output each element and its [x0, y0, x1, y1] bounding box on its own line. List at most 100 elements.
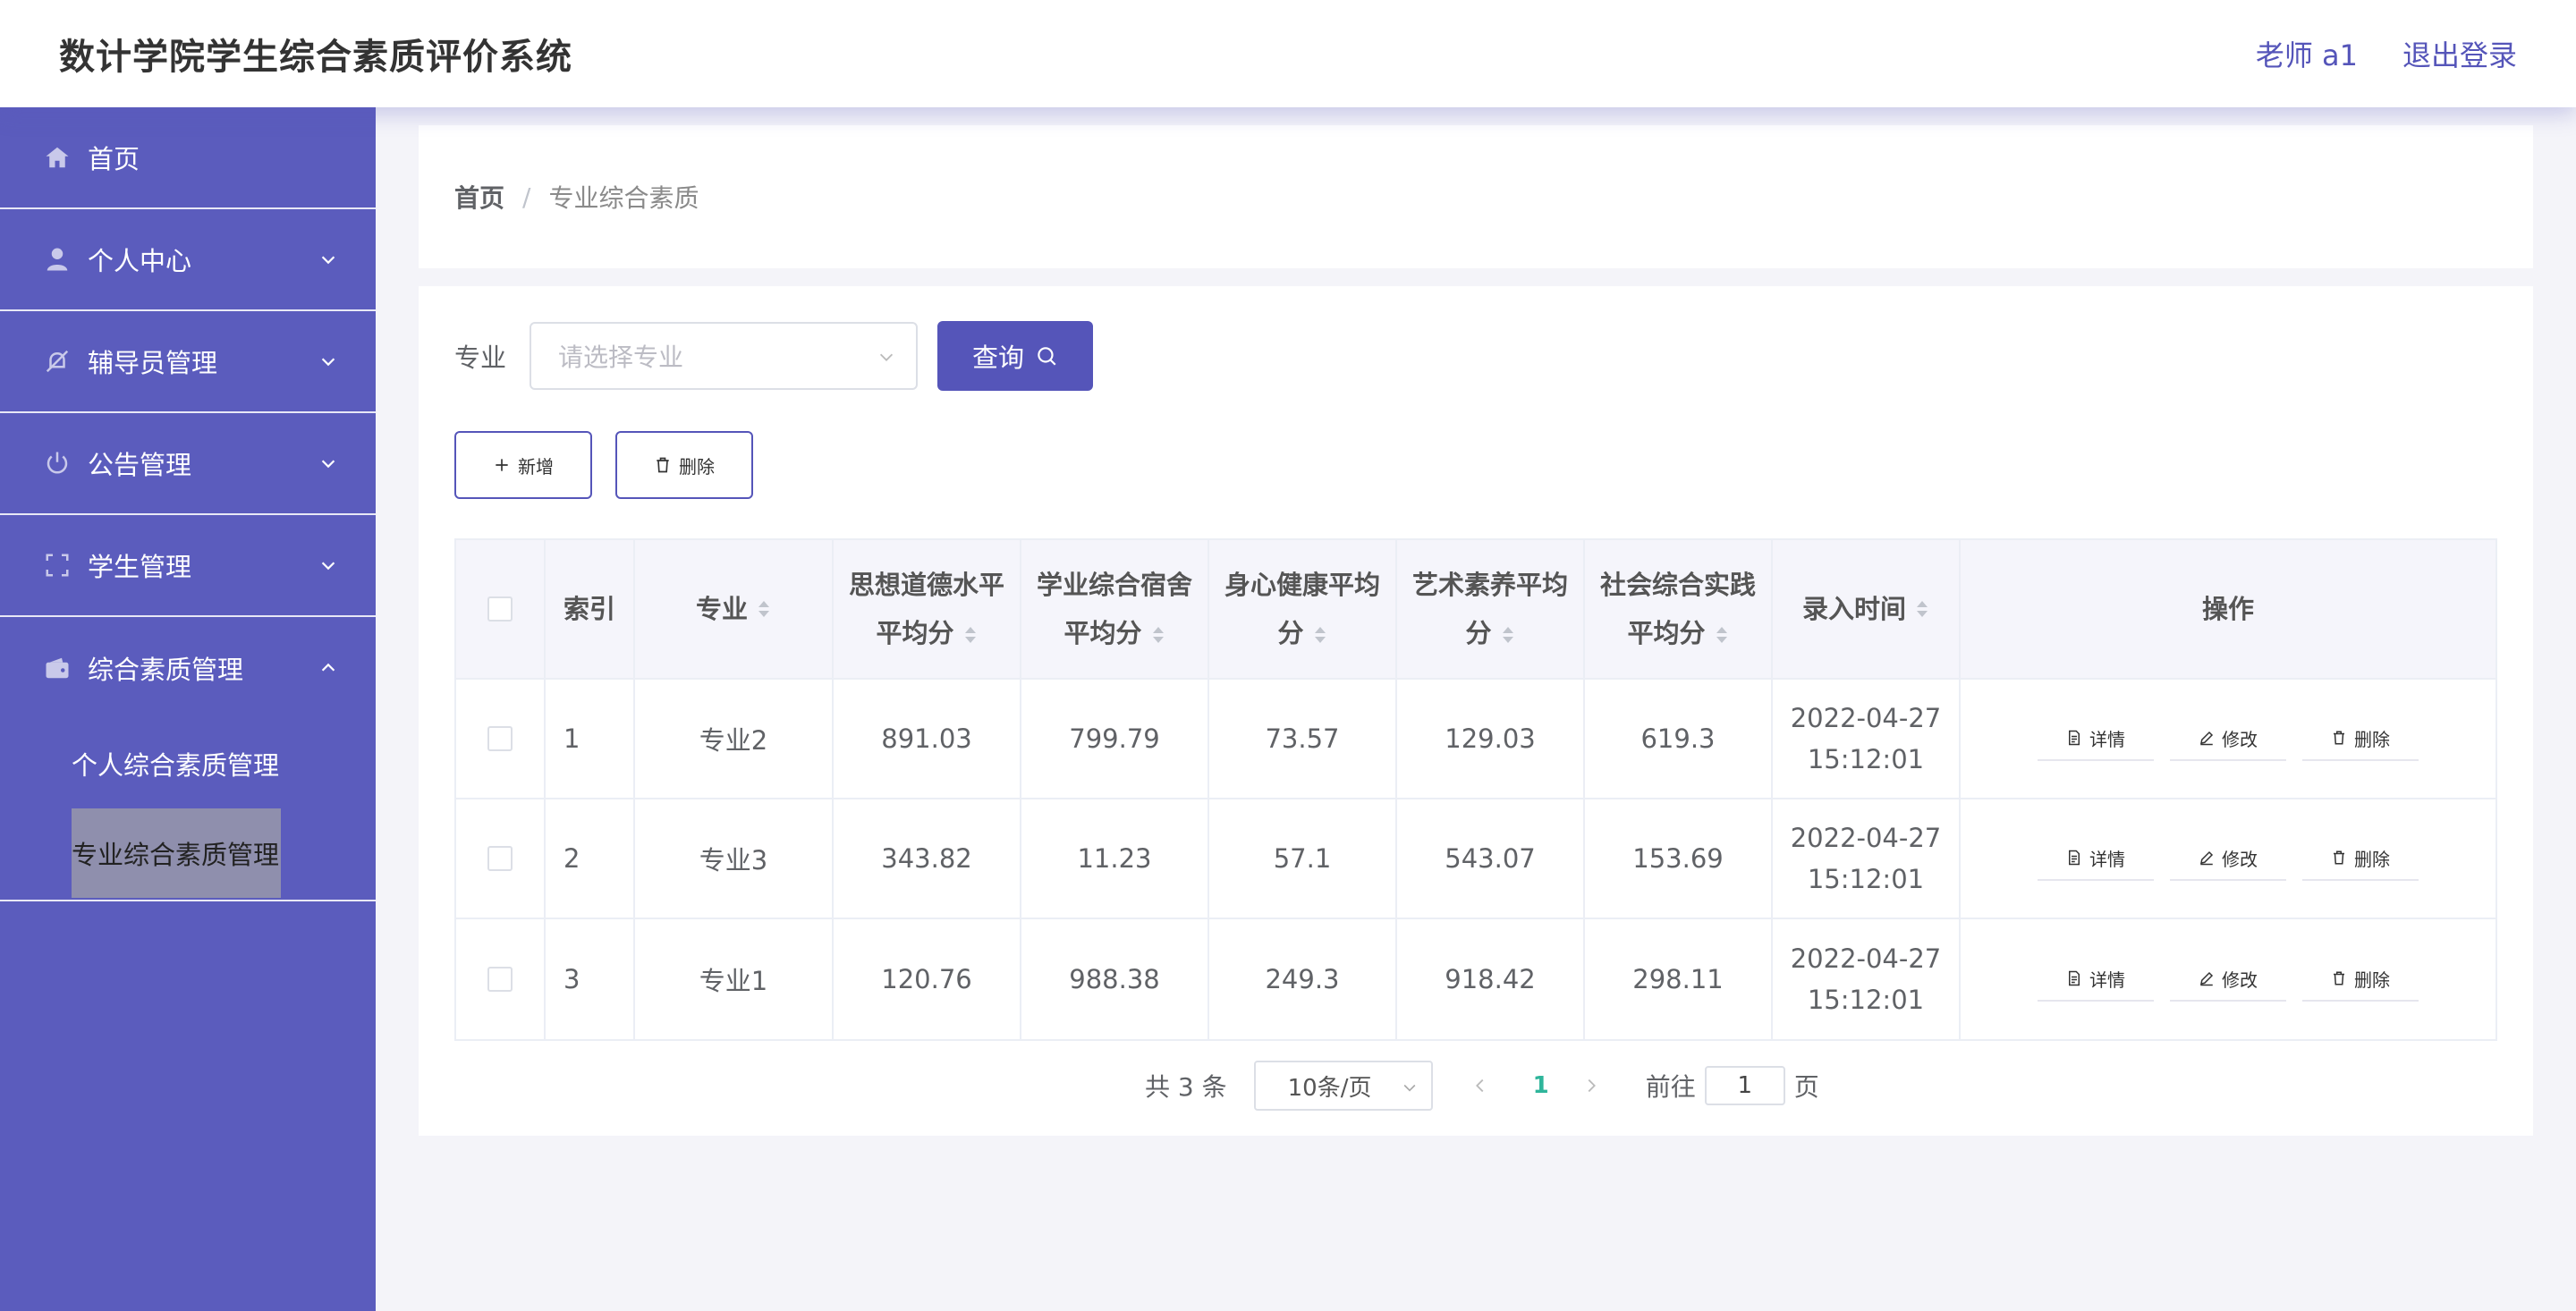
cell-ops: 详情 修改 删除 — [1961, 919, 2496, 1039]
home-icon — [43, 143, 72, 172]
page-size-select[interactable]: 10条/页 — [1253, 1061, 1433, 1111]
sidebar-item-label: 综合素质管理 — [88, 655, 244, 685]
cell-time: 2022-04-27 15:12:01 — [1773, 919, 1961, 1039]
sort-icon[interactable] — [1313, 625, 1327, 645]
sidebar-item-students[interactable]: 学生管理 — [0, 515, 376, 617]
sidebar-subitem-major-quality[interactable]: 专业综合素质管理 — [0, 808, 376, 898]
delete-button[interactable]: 删除 — [2302, 716, 2419, 761]
cell-clock: 15:12:01 — [1807, 864, 1925, 894]
add-button-label: 新增 — [518, 455, 554, 478]
detail-button[interactable]: 详情 — [2038, 957, 2154, 1002]
sort-icon[interactable] — [1151, 625, 1165, 645]
edit-button[interactable]: 修改 — [2170, 836, 2286, 881]
query-button-label: 查询 — [972, 343, 1025, 373]
cell-moral: 343.82 — [834, 799, 1021, 918]
header-moral-label-1: 思想道德水平 — [848, 570, 1004, 600]
sidebar-subitem-personal-quality[interactable]: 个人综合素质管理 — [0, 719, 376, 808]
next-page-button[interactable] — [1581, 1076, 1601, 1095]
search-icon — [1038, 347, 1056, 366]
table-row: 1 专业2 891.03 799.79 73.57 129.03 619.3 2… — [456, 680, 2496, 799]
header-social[interactable]: 社会综合实践 平均分 — [1585, 540, 1773, 678]
sidebar-item-counselor[interactable]: 辅导员管理 — [0, 311, 376, 413]
edit-button[interactable]: 修改 — [2170, 716, 2286, 761]
cell-index: 2 — [546, 799, 635, 918]
header-dorm[interactable]: 学业综合宿舍 平均分 — [1021, 540, 1209, 678]
cell-health: 57.1 — [1209, 799, 1397, 918]
chevron-down-icon — [321, 256, 335, 265]
goto-label: 前往 — [1645, 1072, 1696, 1102]
cell-dorm: 799.79 — [1021, 680, 1209, 798]
sidebar: 首页 个人中心 辅导员管理 公告管理 学生管理 综合素质管理 个人综合素质管理 … — [0, 107, 376, 1311]
cell-social: 619.3 — [1585, 680, 1773, 798]
detail-button[interactable]: 详情 — [2038, 836, 2154, 881]
cell-clock: 15:12:01 — [1807, 985, 1925, 1015]
chevron-right-icon — [1588, 1078, 1596, 1093]
cell-dorm: 11.23 — [1021, 799, 1209, 918]
header-checkbox-cell — [456, 540, 546, 678]
delete-button[interactable]: 删除 — [2302, 957, 2419, 1002]
cell-ops: 详情 修改 删除 — [1961, 680, 2496, 798]
delete-button-label: 删除 — [2354, 848, 2390, 870]
sort-icon[interactable] — [757, 599, 771, 619]
detail-button[interactable]: 详情 — [2038, 716, 2154, 761]
delete-button[interactable]: 删除 — [2302, 836, 2419, 881]
header-moral[interactable]: 思想道德水平 平均分 — [834, 540, 1021, 678]
document-icon — [2069, 730, 2080, 746]
header-health-label-1: 身心健康平均 — [1224, 570, 1380, 600]
edit-button-label: 修改 — [2222, 848, 2258, 870]
chevron-down-icon — [321, 562, 335, 571]
header-art[interactable]: 艺术素养平均分 — [1397, 540, 1585, 678]
chevron-up-icon — [321, 663, 335, 672]
query-button[interactable]: 查询 — [937, 321, 1094, 391]
goto-page-input[interactable]: 1 — [1704, 1066, 1785, 1105]
row-checkbox[interactable] — [487, 967, 513, 992]
header-major[interactable]: 专业 — [635, 540, 834, 678]
cell-social: 298.11 — [1585, 919, 1773, 1039]
add-button[interactable]: 新增 — [454, 431, 592, 499]
breadcrumb-home[interactable]: 首页 — [454, 179, 504, 215]
logout-link[interactable]: 退出登录 — [2402, 33, 2517, 74]
prev-page-button[interactable] — [1470, 1076, 1490, 1095]
breadcrumb-separator: / — [522, 182, 531, 212]
header-major-label: 专业 — [695, 594, 748, 624]
page-number[interactable]: 1 — [1533, 1072, 1549, 1099]
pagination: 共 3 条 10条/页 1 前往 1 页 — [1145, 1061, 1819, 1111]
detail-button-label: 详情 — [2089, 848, 2125, 870]
sidebar-item-home[interactable]: 首页 — [0, 107, 376, 209]
search-bar: 专业 请选择专业 查询 — [454, 321, 1094, 391]
header-art-label-2: 分 — [1465, 618, 1492, 648]
sidebar-item-label: 学生管理 — [88, 552, 192, 582]
cell-major: 专业3 — [635, 799, 834, 918]
sidebar-item-notice[interactable]: 公告管理 — [0, 413, 376, 515]
sort-icon[interactable] — [963, 625, 978, 645]
table-header-row: 索引 专业 思想道德水平 平均分 学业综合宿舍 平均分 身心健康平均分 艺术素养平均… — [456, 540, 2496, 680]
cell-date: 2022-04-27 — [1790, 703, 1942, 733]
pagination-total: 共 3 条 — [1145, 1072, 1227, 1102]
cell-index: 3 — [546, 919, 635, 1039]
header-index-label: 索引 — [564, 594, 616, 624]
sort-icon[interactable] — [1715, 625, 1729, 645]
header-time[interactable]: 录入时间 — [1773, 540, 1961, 678]
edit-button[interactable]: 修改 — [2170, 957, 2286, 1002]
row-checkbox-cell — [456, 919, 546, 1039]
cell-index: 1 — [546, 680, 635, 798]
detail-button-label: 详情 — [2089, 968, 2125, 991]
document-icon — [2069, 970, 2080, 986]
row-checkbox[interactable] — [487, 726, 513, 751]
batch-delete-button[interactable]: 删除 — [615, 431, 753, 499]
header-health[interactable]: 身心健康平均分 — [1209, 540, 1397, 678]
cell-art: 543.07 — [1397, 799, 1585, 918]
select-all-checkbox[interactable] — [487, 596, 513, 622]
cell-time: 2022-04-27 15:12:01 — [1773, 799, 1961, 918]
page-size-value: 10条/页 — [1287, 1074, 1372, 1102]
current-user[interactable]: 老师 a1 — [2256, 33, 2358, 74]
sidebar-item-personal-center[interactable]: 个人中心 — [0, 209, 376, 311]
sidebar-item-quality[interactable]: 综合素质管理 — [0, 617, 376, 719]
major-select[interactable]: 请选择专业 — [530, 322, 919, 390]
sort-icon[interactable] — [1501, 625, 1515, 645]
cell-major: 专业2 — [635, 680, 834, 798]
trash-icon — [657, 457, 669, 473]
sort-icon[interactable] — [1915, 599, 1929, 619]
row-checkbox[interactable] — [487, 846, 513, 871]
cell-major: 专业1 — [635, 919, 834, 1039]
